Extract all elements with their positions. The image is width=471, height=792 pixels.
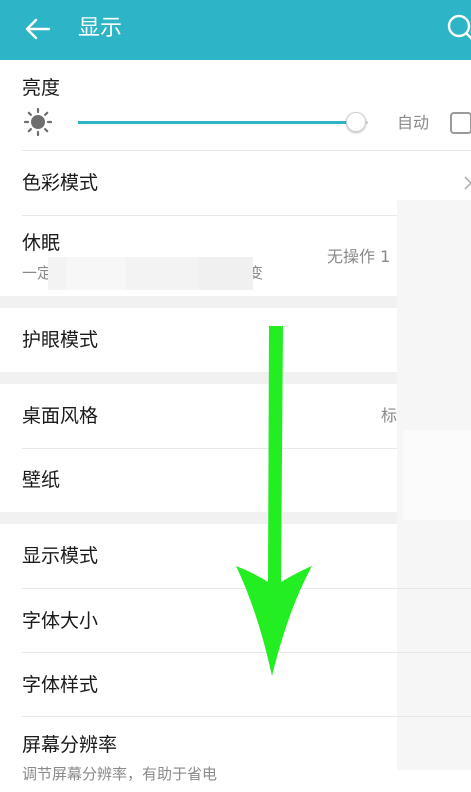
font-style-label: 字体样式: [22, 674, 99, 696]
down-arrow-annotation: [236, 326, 312, 676]
wallpaper-label: 壁纸: [22, 469, 61, 491]
sun-icon: [24, 108, 52, 136]
auto-brightness-checkbox[interactable]: [450, 112, 471, 134]
resolution-subtitle: 调节屏幕分辨率，有助于省电: [22, 765, 218, 783]
page-title: 显示: [78, 16, 123, 41]
chevron-right-icon: [464, 176, 471, 190]
desktop-style-value: 标: [381, 406, 398, 425]
color-mode-label: 色彩模式: [22, 172, 99, 194]
display-mode-label: 显示模式: [22, 545, 99, 567]
brightness-slider[interactable]: [78, 121, 368, 124]
app-bar: 显示: [0, 0, 471, 60]
back-arrow-icon[interactable]: [22, 13, 54, 45]
sleep-label: 休眠: [22, 232, 61, 254]
brightness-slider-fill: [78, 121, 357, 124]
desktop-style-label: 桌面风格: [22, 405, 99, 427]
brightness-slider-thumb[interactable]: [346, 112, 367, 132]
resolution-label: 屏幕分辨率: [22, 734, 118, 756]
redacted-area: [48, 257, 253, 290]
search-icon[interactable]: [446, 12, 471, 46]
eye-comfort-label: 护眼模式: [22, 329, 99, 351]
font-size-label: 字体大小: [22, 610, 99, 632]
brightness-label: 亮度: [22, 77, 61, 99]
sleep-value: 无操作 1: [327, 247, 391, 266]
auto-brightness-label: 自动: [397, 113, 430, 132]
